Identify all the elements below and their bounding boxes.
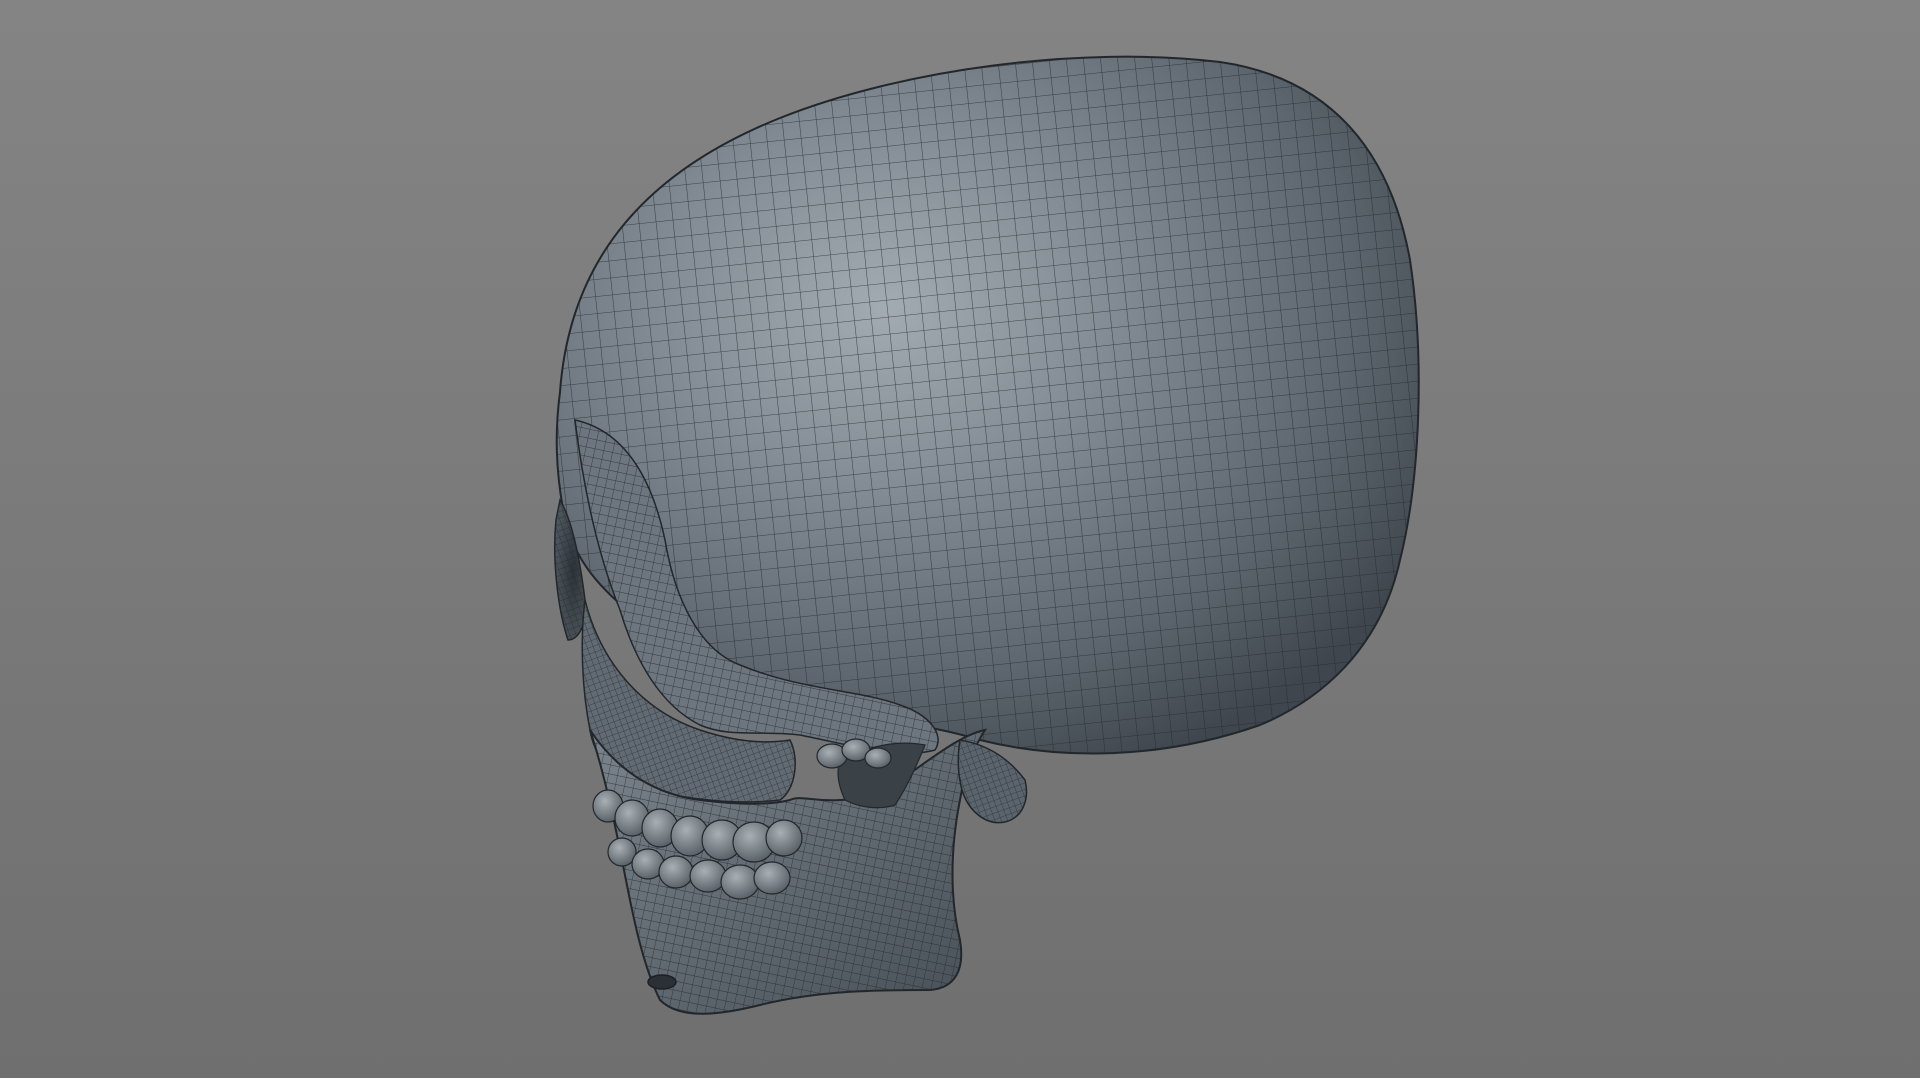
viewport-canvas[interactable]	[0, 0, 1920, 1078]
skull-mental-foramen	[647, 974, 677, 990]
skull-mastoid[interactable]	[957, 739, 1028, 824]
3d-viewport[interactable]	[0, 0, 1920, 1078]
